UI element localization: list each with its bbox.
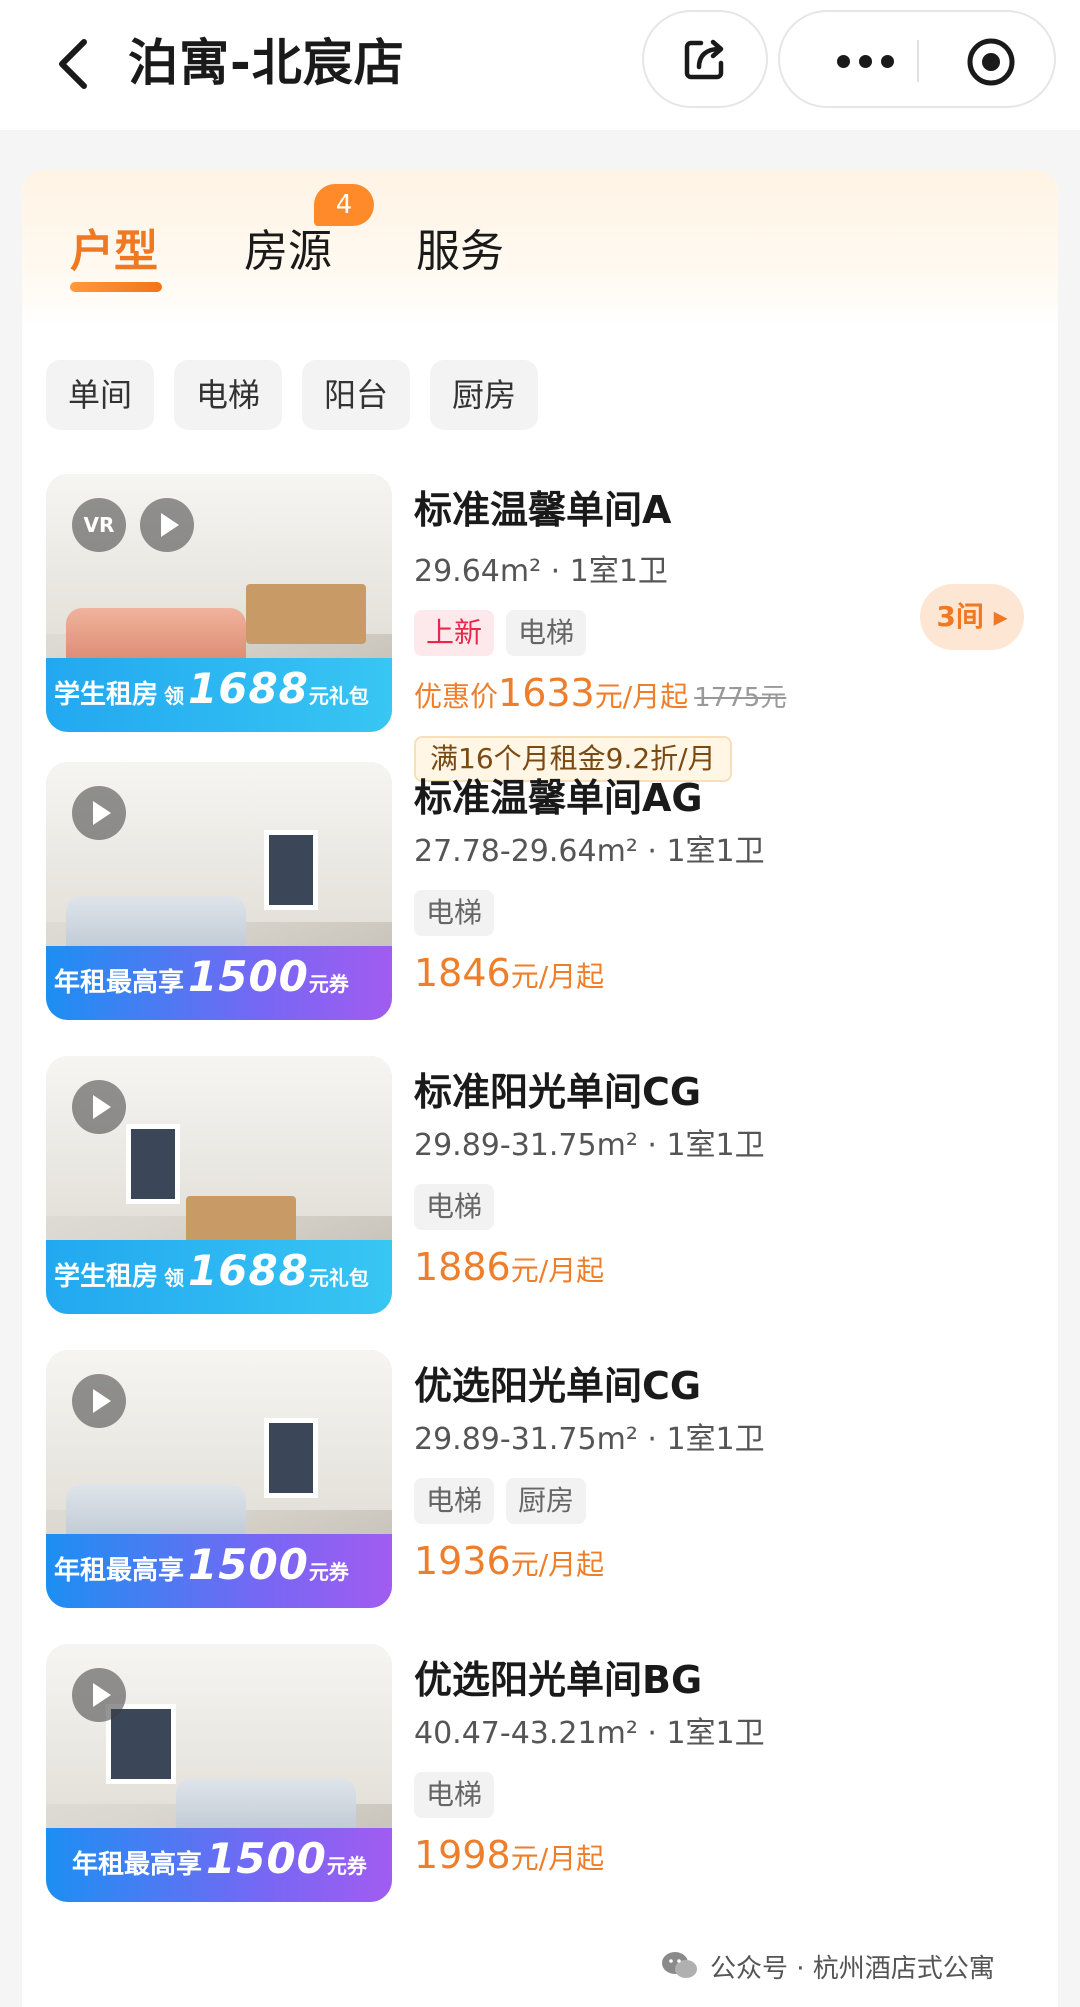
listing-spec: 29.64m² · 1室1卫 [414, 554, 668, 589]
capsule-divider [917, 40, 919, 82]
vr-icon[interactable]: VR [72, 498, 126, 552]
tab-services[interactable]: 服务 [416, 222, 504, 282]
rooms-available-button[interactable]: 3间 ▸ [920, 584, 1024, 650]
listing-item[interactable]: 年租最高享 1500 元券 优选阳光单间CG 29.89-31.75m² · 1… [46, 1350, 1046, 1610]
play-video-icon[interactable] [72, 1080, 126, 1134]
page-title: 泊寓-北宸店 [128, 34, 405, 92]
listing-item[interactable]: 年租最高享 1500 元券 优选阳光单间BG 40.47-43.21m² · 1… [46, 1644, 1046, 1904]
mini-program-capsule [778, 10, 1056, 108]
filter-chips: 单间 电梯 阳台 厨房 [46, 360, 539, 430]
listing-name: 标准温馨单间AG [414, 776, 703, 820]
active-tab-indicator [70, 282, 162, 292]
share-button[interactable] [642, 10, 768, 108]
listing-photo[interactable]: 学生租房 领 1688 元礼包 [46, 1056, 392, 1314]
tab-listings[interactable]: 房源 [244, 222, 332, 282]
room-type-card: 户型 房源 4 服务 单间 电梯 阳台 厨房 VR 学生租房 领 1688 元礼… [22, 170, 1058, 2007]
original-price: 1775元 [694, 683, 787, 713]
filter-chip-elevator[interactable]: 电梯 [174, 360, 283, 430]
tab-room-type[interactable]: 户型 [70, 222, 158, 282]
tag-kitchen: 厨房 [506, 1478, 587, 1524]
play-video-icon[interactable] [72, 1668, 126, 1722]
listing-spec: 29.89-31.75m² · 1室1卫 [414, 1128, 765, 1163]
listing-item[interactable]: 学生租房 领 1688 元礼包 标准阳光单间CG 29.89-31.75m² ·… [46, 1056, 1046, 1316]
filter-chip-kitchen[interactable]: 厨房 [430, 360, 539, 430]
tag-elevator: 电梯 [414, 1478, 495, 1524]
listing-item[interactable]: 年租最高享 1500 元券 标准温馨单间AG 27.78-29.64m² · 1… [46, 762, 1046, 1022]
listing-price: 优惠价1633元/月起 1775元 [414, 671, 787, 715]
watermark-text: 公众号 · 杭州酒店式公寓 [710, 1953, 995, 1984]
tag-new: 上新 [414, 610, 495, 656]
tag-elevator: 电梯 [414, 890, 495, 936]
promo-banner: 学生租房 领 1688 元礼包 [46, 1240, 392, 1314]
filter-chip-single-room[interactable]: 单间 [46, 360, 155, 430]
nav-bar: 泊寓-北宸店 [0, 0, 1080, 130]
tag-elevator: 电梯 [414, 1772, 495, 1818]
listing-tags: 电梯 [414, 1772, 495, 1818]
watermark: 公众号 · 杭州酒店式公寓 [660, 1944, 995, 1988]
listing-name: 优选阳光单间BG [414, 1658, 703, 1702]
listing-spec: 40.47-43.21m² · 1室1卫 [414, 1716, 765, 1751]
wechat-icon [662, 1952, 697, 1978]
close-mini-program-icon[interactable] [965, 36, 1017, 88]
filter-chip-balcony[interactable]: 阳台 [302, 360, 411, 430]
listing-name: 优选阳光单间CG [414, 1364, 702, 1408]
listing-tags: 电梯 [414, 890, 495, 936]
tag-elevator: 电梯 [506, 610, 587, 656]
tab-bar: 户型 房源 4 服务 [22, 170, 1058, 326]
listing-price: 1886元/月起 [414, 1245, 605, 1289]
listing-price: 1846元/月起 [414, 951, 605, 995]
listing-price: 1998元/月起 [414, 1833, 605, 1877]
play-video-icon[interactable] [140, 498, 194, 552]
listing-spec: 27.78-29.64m² · 1室1卫 [414, 834, 765, 869]
back-arrow-icon[interactable] [44, 32, 104, 96]
promo-banner: 年租最高享 1500 元券 [46, 1828, 392, 1902]
more-options-icon[interactable] [820, 36, 910, 86]
listing-price: 1936元/月起 [414, 1539, 605, 1583]
promo-banner: 年租最高享 1500 元券 [46, 946, 392, 1020]
play-video-icon[interactable] [72, 1374, 126, 1428]
listing-photo[interactable]: 年租最高享 1500 元券 [46, 762, 392, 1020]
promo-banner: 年租最高享 1500 元券 [46, 1534, 392, 1608]
tag-elevator: 电梯 [414, 1184, 495, 1230]
listing-spec: 29.89-31.75m² · 1室1卫 [414, 1422, 765, 1457]
promo-banner: 学生租房 领 1688 元礼包 [46, 658, 392, 732]
listing-photo[interactable]: VR 学生租房 领 1688 元礼包 [46, 474, 392, 732]
play-video-icon[interactable] [72, 786, 126, 840]
listing-name: 标准阳光单间CG [414, 1070, 702, 1114]
listing-tags: 上新 电梯 [414, 610, 587, 656]
listing-name: 标准温馨单间A [414, 488, 672, 532]
listing-photo[interactable]: 年租最高享 1500 元券 [46, 1644, 392, 1902]
listings-count-badge: 4 [314, 184, 374, 226]
listing-photo[interactable]: 年租最高享 1500 元券 [46, 1350, 392, 1608]
listing-tags: 电梯 厨房 [414, 1478, 587, 1524]
listing-tags: 电梯 [414, 1184, 495, 1230]
share-icon [684, 39, 724, 80]
